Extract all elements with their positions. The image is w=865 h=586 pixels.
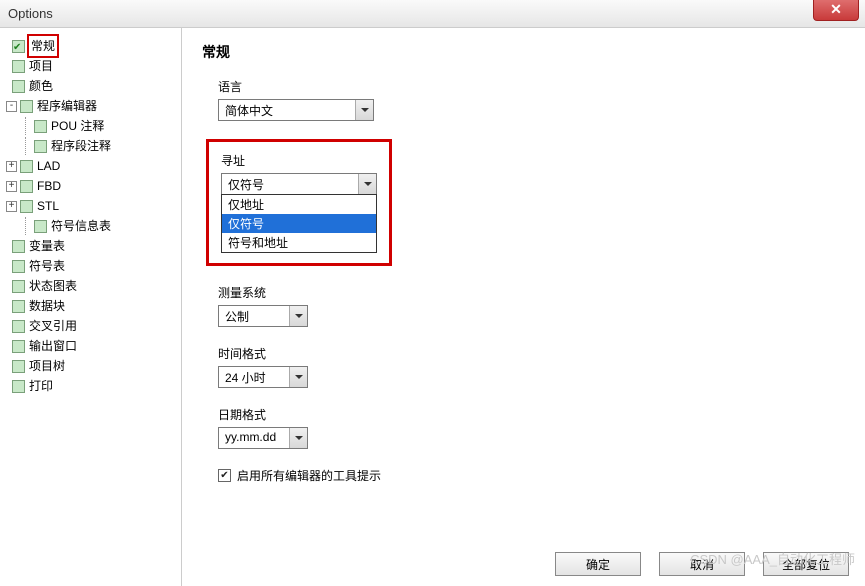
checkbox-icon: ✔	[218, 469, 231, 482]
plus-icon[interactable]: +	[6, 181, 17, 192]
tree-item[interactable]: + FBD	[4, 176, 177, 196]
page-title: 常规	[202, 42, 845, 62]
tree-item[interactable]: 符号表	[4, 256, 177, 276]
tree-item[interactable]: + STL	[4, 196, 177, 216]
tree-node-icon	[20, 100, 33, 113]
tree-item-label: 数据块	[29, 297, 65, 315]
tree-node-icon	[12, 360, 25, 373]
tree-item[interactable]: 输出窗口	[4, 336, 177, 356]
tree-node-icon	[12, 340, 25, 353]
tree-item-label: 符号信息表	[51, 217, 111, 235]
sidebar: 常规项目颜色 - 程序编辑器 POU 注释程序段注释 + LAD + FBD + STL 符号信息表…	[0, 28, 182, 586]
time-format-select[interactable]: 24 小时	[218, 366, 308, 388]
tree-item[interactable]: 颜色	[4, 76, 177, 96]
addressing-highlight-box: 寻址 仅符号 仅地址仅符号符号和地址	[206, 139, 392, 266]
tooltip-checkbox-row[interactable]: ✔ 启用所有编辑器的工具提示	[218, 467, 845, 484]
tree-item[interactable]: 符号信息表	[4, 216, 177, 236]
tree-item[interactable]: POU 注释	[4, 116, 177, 136]
tree-item-label: 项目	[29, 57, 53, 75]
tree-item[interactable]: 程序段注释	[4, 136, 177, 156]
tree-item-label: 交叉引用	[29, 317, 77, 335]
tree-node-icon	[12, 300, 25, 313]
addressing-dropdown[interactable]: 仅地址仅符号符号和地址	[221, 194, 377, 253]
date-format-label: 日期格式	[218, 406, 845, 423]
tree-item[interactable]: 常规	[4, 36, 177, 56]
tooltip-checkbox-label: 启用所有编辑器的工具提示	[237, 467, 381, 484]
tree-node-icon	[12, 280, 25, 293]
plus-icon[interactable]: +	[6, 201, 17, 212]
tree-node-icon	[20, 200, 33, 213]
tree-item[interactable]: - 程序编辑器	[4, 96, 177, 116]
tree-item[interactable]: 交叉引用	[4, 316, 177, 336]
tree-node-icon	[12, 320, 25, 333]
tree-item[interactable]: + LAD	[4, 156, 177, 176]
tree-item-label: 状态图表	[29, 277, 77, 295]
measurement-label: 测量系统	[218, 284, 845, 301]
tree-item-label: POU 注释	[51, 117, 104, 135]
tree-node-icon	[12, 60, 25, 73]
date-format-select[interactable]: yy.mm.dd	[218, 427, 308, 449]
tree-item[interactable]: 变量表	[4, 236, 177, 256]
chevron-down-icon	[289, 306, 307, 326]
plus-icon[interactable]: +	[6, 161, 17, 172]
tree-node-icon	[12, 260, 25, 273]
dropdown-option[interactable]: 符号和地址	[222, 233, 376, 252]
tree-node-icon	[34, 140, 47, 153]
window-title: Options	[8, 6, 53, 21]
tree-item-label: 项目树	[29, 357, 65, 375]
language-label: 语言	[218, 78, 845, 95]
content-panel: 常规 语言 简体中文 寻址 仅符号 仅地址仅符号符号和地址 测量系统 公制	[182, 28, 865, 586]
minus-icon[interactable]: -	[6, 101, 17, 112]
chevron-down-icon	[355, 100, 373, 120]
addressing-select[interactable]: 仅符号	[221, 173, 377, 195]
tree-item-label: 输出窗口	[29, 337, 77, 355]
tree-node-icon	[20, 160, 33, 173]
tree-item[interactable]: 项目树	[4, 356, 177, 376]
tree-node-icon	[12, 40, 25, 53]
chevron-down-icon	[289, 428, 307, 448]
tree-item-label: FBD	[37, 177, 61, 195]
measurement-select[interactable]: 公制	[218, 305, 308, 327]
tree-item[interactable]: 项目	[4, 56, 177, 76]
close-icon: ✕	[830, 1, 842, 18]
date-format-field: 日期格式 yy.mm.dd	[218, 406, 845, 449]
tree-item-label: 变量表	[29, 237, 65, 255]
tree-item-label: LAD	[37, 157, 60, 175]
tree-node-icon	[12, 380, 25, 393]
titlebar: Options ✕	[0, 0, 865, 28]
tree-item[interactable]: 状态图表	[4, 276, 177, 296]
watermark: CSDN @AAA_自动化工程师	[690, 549, 855, 568]
tree-item-label: 程序段注释	[51, 137, 111, 155]
dropdown-option[interactable]: 仅符号	[222, 214, 376, 233]
options-tree: 常规项目颜色 - 程序编辑器 POU 注释程序段注释 + LAD + FBD + STL 符号信息表…	[4, 36, 177, 396]
measurement-field: 测量系统 公制	[218, 284, 845, 327]
tree-node-icon	[34, 220, 47, 233]
tree-item-label: 符号表	[29, 257, 65, 275]
close-button[interactable]: ✕	[813, 0, 859, 21]
tree-item-label: 程序编辑器	[37, 97, 97, 115]
language-field: 语言 简体中文	[218, 78, 845, 121]
tree-item-label: 打印	[29, 377, 53, 395]
ok-button[interactable]: 确定	[555, 552, 641, 576]
tree-node-icon	[12, 80, 25, 93]
dropdown-option[interactable]: 仅地址	[222, 195, 376, 214]
tree-node-icon	[34, 120, 47, 133]
tree-item-label: 常规	[27, 34, 59, 58]
addressing-label: 寻址	[221, 152, 377, 169]
tree-item[interactable]: 打印	[4, 376, 177, 396]
tree-item-label: 颜色	[29, 77, 53, 95]
time-format-field: 时间格式 24 小时	[218, 345, 845, 388]
tree-item[interactable]: 数据块	[4, 296, 177, 316]
tree-node-icon	[12, 240, 25, 253]
tree-node-icon	[20, 180, 33, 193]
chevron-down-icon	[358, 174, 376, 194]
tree-item-label: STL	[37, 197, 59, 215]
language-select[interactable]: 简体中文	[218, 99, 374, 121]
time-format-label: 时间格式	[218, 345, 845, 362]
chevron-down-icon	[289, 367, 307, 387]
